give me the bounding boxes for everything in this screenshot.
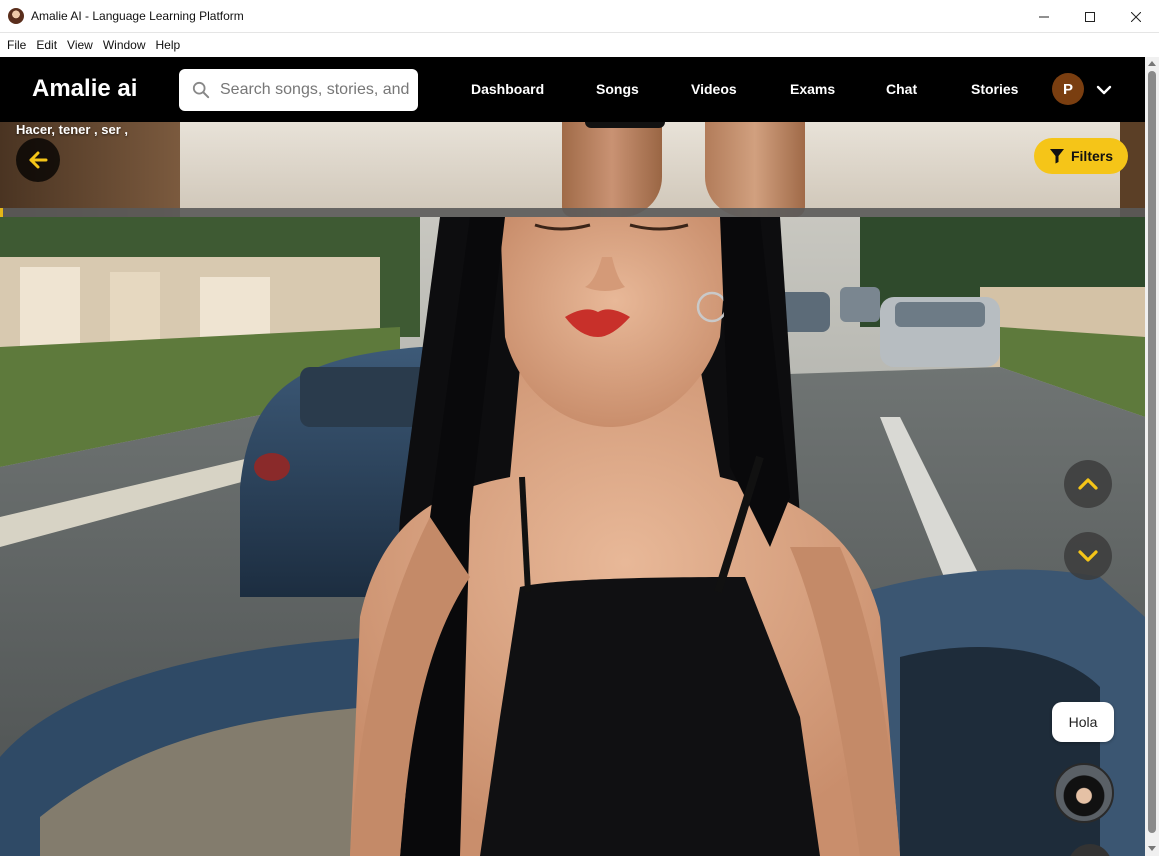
filter-icon — [1049, 149, 1064, 164]
chevron-down-icon[interactable] — [1095, 81, 1113, 99]
menu-edit[interactable]: Edit — [31, 38, 62, 52]
previous-video[interactable] — [0, 122, 1145, 217]
filters-label: Filters — [1070, 148, 1113, 164]
nav-songs[interactable]: Songs — [596, 81, 639, 97]
back-button[interactable] — [16, 138, 60, 182]
search-box[interactable] — [179, 69, 418, 111]
close-button[interactable] — [1113, 0, 1159, 33]
nav-videos[interactable]: Videos — [691, 81, 737, 97]
logo[interactable]: Amalie ai — [32, 75, 137, 103]
menu-help[interactable]: Help — [151, 38, 186, 52]
arrow-left-icon — [29, 151, 48, 169]
assistant-avatar[interactable] — [1054, 763, 1114, 823]
window-titlebar: Amalie AI - Language Learning Platform — [0, 0, 1159, 33]
menu-view[interactable]: View — [62, 38, 98, 52]
close-icon — [1131, 11, 1141, 22]
assistant-greeting-bubble[interactable]: Hola — [1052, 702, 1114, 742]
minimize-button[interactable] — [1021, 0, 1067, 33]
user-avatar[interactable]: P — [1052, 73, 1084, 105]
window-title: Amalie AI - Language Learning Platform — [31, 9, 244, 23]
next-video-button[interactable] — [1064, 532, 1112, 580]
main-video[interactable] — [0, 217, 1145, 856]
search-icon — [192, 81, 210, 99]
video-feed: Hacer, tener , ser , Filters Hola — [0, 122, 1145, 856]
nav-dashboard[interactable]: Dashboard — [471, 81, 544, 97]
scroll-thumb[interactable] — [1148, 71, 1156, 833]
minimize-icon — [1039, 16, 1049, 17]
nav-stories[interactable]: Stories — [971, 81, 1018, 97]
menu-bar: File Edit View Window Help — [0, 33, 1159, 57]
chevron-down-icon — [1078, 550, 1098, 562]
menu-window[interactable]: Window — [98, 38, 151, 52]
app-icon — [8, 8, 24, 24]
window-controls — [1021, 0, 1159, 33]
scroll-down-arrow[interactable] — [1148, 846, 1156, 851]
nav-exams[interactable]: Exams — [790, 81, 835, 97]
vertical-scrollbar[interactable] — [1145, 57, 1159, 856]
video-title: Hacer, tener , ser , — [16, 122, 129, 137]
maximize-icon — [1085, 11, 1095, 22]
nav-chat[interactable]: Chat — [886, 81, 917, 97]
video-progress-bar[interactable] — [0, 208, 1145, 217]
scroll-up-arrow[interactable] — [1148, 61, 1156, 66]
previous-video-button[interactable] — [1064, 460, 1112, 508]
video-frame-image — [0, 217, 1145, 856]
menu-file[interactable]: File — [2, 38, 31, 52]
app-header: Amalie ai Dashboard Songs Videos Exams C… — [0, 57, 1145, 122]
maximize-button[interactable] — [1067, 0, 1113, 33]
video-progress-fill — [0, 208, 4, 217]
chevron-up-icon — [1078, 478, 1098, 490]
search-input[interactable] — [220, 81, 410, 99]
filters-button[interactable]: Filters — [1034, 138, 1128, 174]
